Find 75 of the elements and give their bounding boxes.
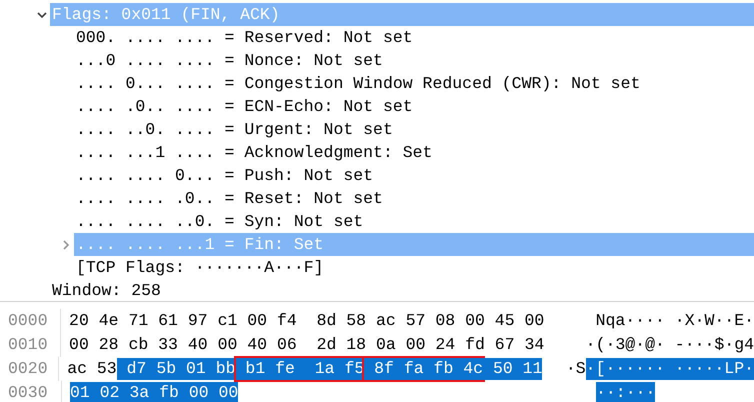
tree-item[interactable]: .... .0.. .... = ECN-Echo: Not set: [74, 95, 754, 118]
hex-byte[interactable]: 3a: [120, 382, 150, 402]
tree-item[interactable]: Window: 258: [50, 279, 754, 301]
hex-byte[interactable]: d7: [116, 358, 146, 380]
chevron-down-icon[interactable]: [37, 10, 47, 20]
hex-byte[interactable]: 00: [396, 334, 426, 356]
hex-byte[interactable]: 34: [514, 334, 544, 356]
hex-byte[interactable]: 20: [69, 310, 89, 332]
hex-byte[interactable]: 00: [178, 382, 209, 402]
offset-label: 0000: [0, 309, 62, 333]
hex-byte[interactable]: 28: [88, 334, 119, 356]
tree-item[interactable]: ...0 .... .... = Nonce: Not set: [74, 49, 754, 72]
hex-byte[interactable]: 4e: [88, 310, 119, 332]
hex-byte[interactable]: 01: [70, 382, 90, 402]
hex-byte[interactable]: 0a: [366, 334, 396, 356]
hex-byte[interactable]: 02: [90, 382, 120, 402]
tree-item[interactable]: .... ..0. .... = Urgent: Not set: [74, 118, 754, 141]
hex-byte[interactable]: 53: [87, 358, 117, 380]
offset-label: 0020: [0, 357, 60, 381]
hex-byte[interactable]: 67: [484, 334, 515, 356]
tree-item[interactable]: 000. .... .... = Reserved: Not set: [74, 26, 754, 49]
ascii-text: Nqa···· ·X·W··E·: [594, 310, 754, 332]
hex-byte[interactable]: 5b: [146, 358, 176, 380]
offset-label: 0030: [0, 381, 62, 402]
ascii-text: ··:···: [596, 382, 656, 402]
hex-byte[interactable]: 00: [237, 310, 268, 332]
hex-byte[interactable]: 4c: [453, 358, 484, 380]
hex-byte[interactable]: 06: [267, 334, 297, 356]
hex-byte[interactable]: 33: [148, 334, 178, 356]
hex-byte[interactable]: ac: [67, 358, 88, 380]
hex-byte[interactable]: fe: [265, 358, 295, 380]
hex-byte[interactable]: 50: [483, 358, 513, 380]
tree-item[interactable]: .... ...1 .... = Acknowledgment: Set: [74, 141, 754, 164]
hex-byte[interactable]: ac: [366, 310, 396, 332]
tree-item[interactable]: .... .... 0... = Push: Not set: [74, 164, 754, 187]
hex-byte[interactable]: 11: [512, 358, 542, 380]
hex-byte[interactable]: 1a: [294, 358, 335, 380]
hex-byte[interactable]: 8f: [364, 358, 394, 380]
tree-item[interactable]: [TCP Flags: ·······A···F]: [74, 256, 754, 279]
tree-item[interactable]: .... .... .0.. = Reset: Not set: [74, 187, 754, 210]
hex-byte[interactable]: c1: [208, 310, 238, 332]
hex-byte[interactable]: fd: [455, 334, 485, 356]
hex-byte[interactable]: fb: [424, 358, 454, 380]
hex-byte[interactable]: fb: [149, 382, 179, 402]
hex-byte[interactable]: 00: [514, 310, 544, 332]
chevron-right-icon[interactable]: [61, 240, 71, 250]
hex-byte[interactable]: 58: [336, 310, 366, 332]
ascii-text: ·S: [566, 358, 586, 380]
hex-byte[interactable]: 00: [208, 382, 238, 402]
hex-byte[interactable]: 18: [336, 334, 366, 356]
hex-byte[interactable]: 40: [178, 334, 208, 356]
hex-byte[interactable]: 40: [237, 334, 268, 356]
tree-item[interactable]: .... .... ..0. = Syn: Not set: [74, 210, 754, 233]
hex-byte[interactable]: 45: [484, 310, 515, 332]
hex-byte[interactable]: 61: [148, 310, 178, 332]
hex-byte[interactable]: 57: [396, 310, 426, 332]
hex-byte[interactable]: 8d: [296, 310, 336, 332]
hex-byte[interactable]: 00: [208, 334, 238, 356]
hex-byte[interactable]: b1: [236, 358, 266, 380]
tree-item[interactable]: .... 0... .... = Congestion Window Reduced (CWR): Not set: [74, 72, 754, 95]
hex-byte[interactable]: 71: [118, 310, 148, 332]
ascii-text: ·[······ ·····LP·: [586, 358, 754, 380]
offset-label: 0010: [0, 333, 62, 357]
hex-byte[interactable]: 00: [69, 334, 89, 356]
hex-byte[interactable]: 01: [176, 358, 206, 380]
hex-byte[interactable]: 00: [455, 310, 485, 332]
ascii-text: ·(·3@·@· -···$·g4: [586, 334, 754, 356]
hex-byte[interactable]: f4: [267, 310, 297, 332]
hex-byte[interactable]: 2d: [296, 334, 336, 356]
hex-byte[interactable]: bb: [206, 358, 236, 380]
hex-byte[interactable]: fa: [394, 358, 424, 380]
hex-byte[interactable]: 08: [426, 310, 456, 332]
hex-byte[interactable]: 24: [426, 334, 456, 356]
hex-byte[interactable]: 97: [178, 310, 208, 332]
hex-byte[interactable]: cb: [118, 334, 148, 356]
